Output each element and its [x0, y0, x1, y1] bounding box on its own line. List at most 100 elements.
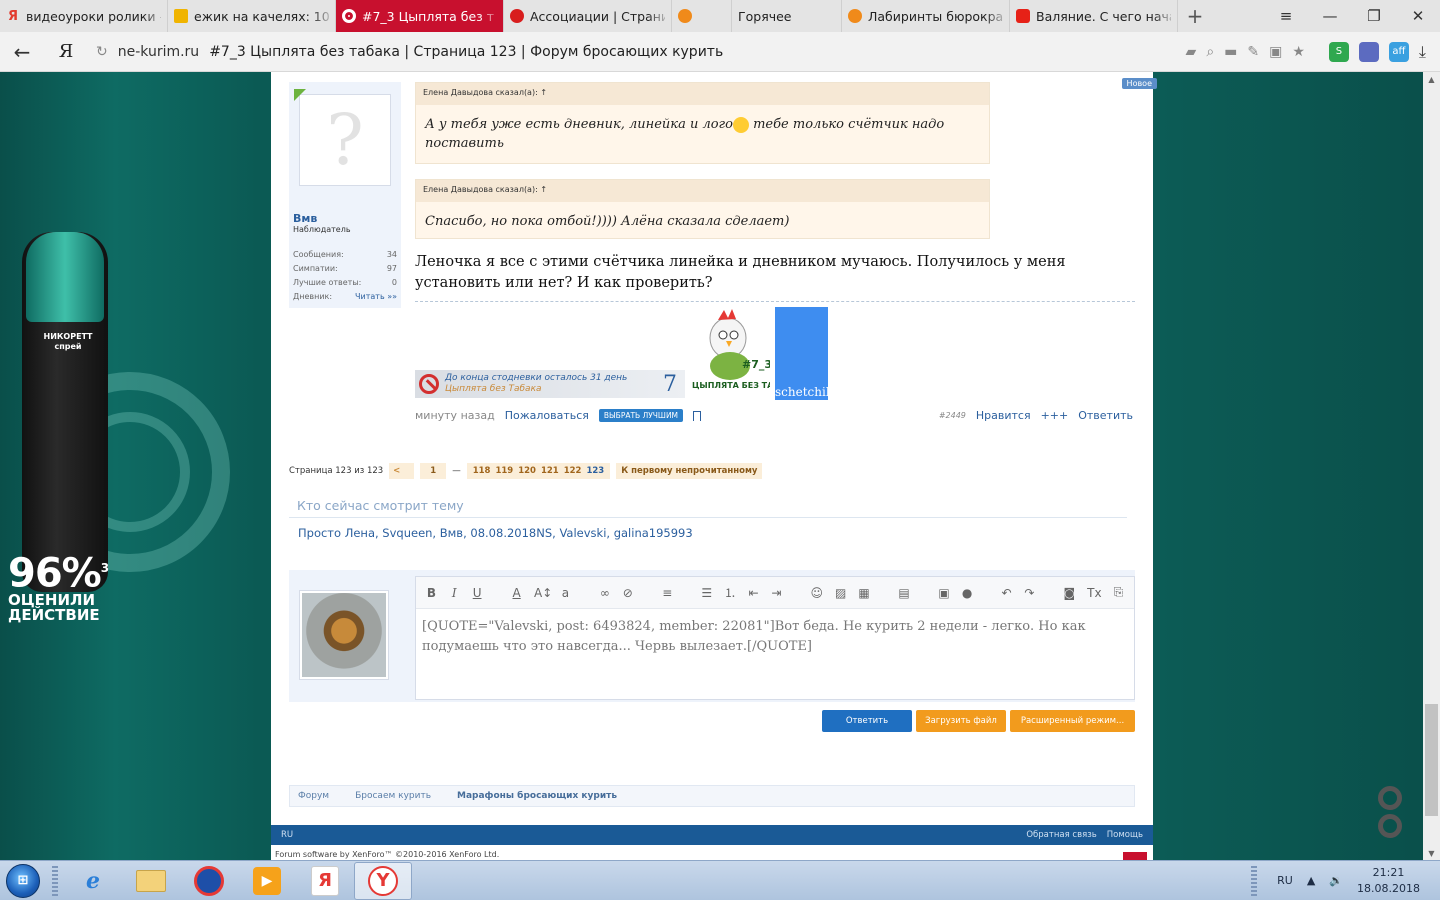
watchers-list[interactable]: Просто Лена, Svqueen, Вмв, 08.08.2018NS,… — [289, 518, 1127, 548]
start-button[interactable]: ⊞ — [0, 861, 46, 900]
chicken-logo-image[interactable]: #7_3 ЦЫПЛЯТА БЕЗ ТАБАКА — [690, 308, 770, 396]
close-button[interactable]: ✕ — [1396, 0, 1440, 32]
tab-valyanie[interactable]: Валяние. С чего начат — [1010, 0, 1178, 32]
scrollbar-thumb[interactable] — [1425, 704, 1438, 816]
restore-button[interactable]: ❐ — [1352, 0, 1396, 32]
adguard-extension-icon[interactable]: S — [1328, 41, 1349, 62]
post-time[interactable]: минуту назад — [415, 409, 495, 422]
image-icon[interactable]: ▨ — [835, 586, 846, 600]
page-link[interactable]: 119 — [495, 466, 513, 476]
numbered-list-icon[interactable]: ⒈ — [724, 584, 736, 601]
tab-assotsiatsii[interactable]: Ассоциации | Страниц — [504, 0, 672, 32]
internet-explorer-icon[interactable]: e — [64, 862, 122, 900]
font-size-icon[interactable]: A↕ — [534, 586, 552, 600]
quote-author[interactable]: Елена Давыдова сказал(а): ↑ — [416, 83, 989, 105]
like-link[interactable]: Нравится — [976, 409, 1031, 422]
unlink-icon[interactable]: ⊘ — [622, 586, 633, 600]
comment-icon[interactable]: ▬ — [1224, 44, 1237, 60]
reply-textarea[interactable]: [QUOTE="Valevski, post: 6493824, member:… — [416, 609, 1134, 665]
diary-link[interactable]: Читать »» — [355, 290, 397, 304]
outdent-icon[interactable]: ⇤ — [748, 586, 759, 600]
page-1-button[interactable]: 1 — [420, 463, 447, 479]
first-unread-link[interactable]: К первому непрочитанному — [616, 463, 763, 479]
search-icon[interactable]: ⌕ — [1206, 44, 1214, 60]
download-icon[interactable]: ⤓ — [1419, 42, 1426, 62]
yandex-icon[interactable]: Я — [296, 862, 354, 900]
minimize-button[interactable]: — — [1308, 0, 1352, 32]
tab-zen[interactable] — [672, 0, 732, 32]
save-draft-icon[interactable]: ▣ — [938, 586, 949, 600]
breadcrumb-quit-smoking[interactable]: Бросаем курить — [355, 791, 431, 801]
scroll-up-arrow-icon[interactable]: ▲ — [1423, 72, 1440, 86]
toggle-bbcode-icon[interactable]: ⎘ — [1113, 585, 1124, 600]
new-tab-button[interactable]: + — [1178, 0, 1212, 32]
page-link[interactable]: 120 — [518, 466, 536, 476]
my-avatar[interactable] — [299, 590, 389, 680]
plus-link[interactable]: +++ — [1041, 409, 1069, 422]
page-link[interactable]: 122 — [564, 466, 582, 476]
show-hidden-icons-icon[interactable]: ▲ — [1307, 874, 1315, 887]
scroll-down-arrow-icon[interactable]: ▼ — [1423, 846, 1440, 860]
bookmark-star-icon[interactable]: ★ — [1292, 44, 1305, 60]
tab-labirinty[interactable]: Лабиринты бюрократ — [842, 0, 1010, 32]
tab-videouroki[interactable]: Явидеоуроки ролики — — [0, 0, 168, 32]
smilie-icon[interactable]: ☺ — [811, 586, 824, 600]
reload-icon[interactable]: ↻ — [96, 44, 108, 60]
volume-icon[interactable]: 🔉 — [1329, 874, 1343, 887]
page-link[interactable]: 121 — [541, 466, 559, 476]
align-icon[interactable]: ≡ — [662, 586, 673, 600]
media-icon[interactable]: ▦ — [858, 586, 869, 600]
reply-link[interactable]: Ответить — [1078, 409, 1133, 422]
user-avatar[interactable]: ? — [294, 89, 391, 186]
feedback-link[interactable]: Обратная связь — [1026, 830, 1096, 840]
advanced-mode-button[interactable]: Расширенный режим... — [1010, 710, 1135, 732]
camera-icon[interactable]: ◙ — [1063, 586, 1075, 600]
file-explorer-icon[interactable] — [122, 862, 180, 900]
font-family-icon[interactable]: a — [560, 586, 571, 600]
best-answer-button[interactable]: ВЫБРАТЬ ЛУЧШИМ — [598, 409, 684, 422]
submit-reply-button[interactable]: Ответить — [822, 710, 912, 732]
insert-icon[interactable]: ▤ — [898, 586, 909, 600]
aff-extension-icon[interactable]: aff — [1388, 41, 1409, 62]
yandex-browser-icon[interactable]: Y — [354, 861, 412, 900]
tab-ezhik[interactable]: ежик на качелях: 10 ты — [168, 0, 336, 32]
page-link[interactable]: 118 — [473, 466, 491, 476]
reader-icon[interactable]: ▰ — [1186, 44, 1197, 60]
puzzle-extension-icon[interactable] — [1358, 41, 1379, 62]
bullet-list-icon[interactable]: ☰ — [701, 586, 712, 600]
username[interactable]: Вмв — [293, 212, 397, 225]
redo-icon[interactable]: ↷ — [1024, 586, 1035, 600]
yandex-home-button[interactable]: Я — [44, 41, 88, 62]
quote-author[interactable]: Елена Давыдова сказал(а): ↑ — [416, 180, 989, 202]
keyboard-language[interactable]: RU — [1277, 874, 1293, 887]
pin-icon[interactable]: ✎ — [1247, 44, 1259, 60]
upload-file-button[interactable]: Загрузить файл — [916, 710, 1006, 732]
bold-icon[interactable]: B — [426, 586, 437, 600]
url-field[interactable]: ↻ ne-kurim.ru #7_3 Цыплята без табака | … — [88, 37, 1176, 67]
text-color-icon[interactable]: A — [511, 586, 522, 600]
quit-ticker-banner[interactable]: До конца стодневки осталось 31 день Цыпля… — [415, 370, 685, 398]
user-mention-icon[interactable]: ● — [962, 586, 973, 600]
media-player-icon[interactable]: ▶ — [238, 862, 296, 900]
bookmark-icon[interactable] — [693, 410, 702, 421]
help-link[interactable]: Помощь — [1107, 830, 1143, 840]
clear-format-icon[interactable]: Tx — [1087, 586, 1101, 600]
counter-widget[interactable]: schetchik — [775, 307, 833, 400]
link-icon[interactable]: ∞ — [600, 586, 611, 600]
menu-icon[interactable]: ≡ — [1264, 0, 1308, 32]
share-icon[interactable]: ▣ — [1269, 44, 1282, 60]
back-button[interactable]: ← — [0, 32, 44, 72]
post-number[interactable]: #2449 — [939, 411, 966, 420]
report-link[interactable]: Пожаловаться — [505, 409, 589, 422]
breadcrumb-forum[interactable]: Форум — [298, 791, 329, 801]
language-chooser[interactable]: RU — [281, 830, 293, 840]
tab-goryachee[interactable]: Горячее — [732, 0, 842, 32]
tab-tsyplyata-active[interactable]: #7_3 Цыплята без т — [336, 0, 504, 32]
breadcrumb-marathons[interactable]: Марафоны бросающих курить — [457, 791, 617, 801]
italic-icon[interactable]: I — [449, 586, 460, 600]
ccleaner-icon[interactable] — [180, 862, 238, 900]
undo-icon[interactable]: ↶ — [1001, 586, 1012, 600]
underline-icon[interactable]: U — [472, 586, 483, 600]
system-clock[interactable]: 21:21 18.08.2018 — [1357, 865, 1420, 897]
indent-icon[interactable]: ⇥ — [771, 586, 782, 600]
